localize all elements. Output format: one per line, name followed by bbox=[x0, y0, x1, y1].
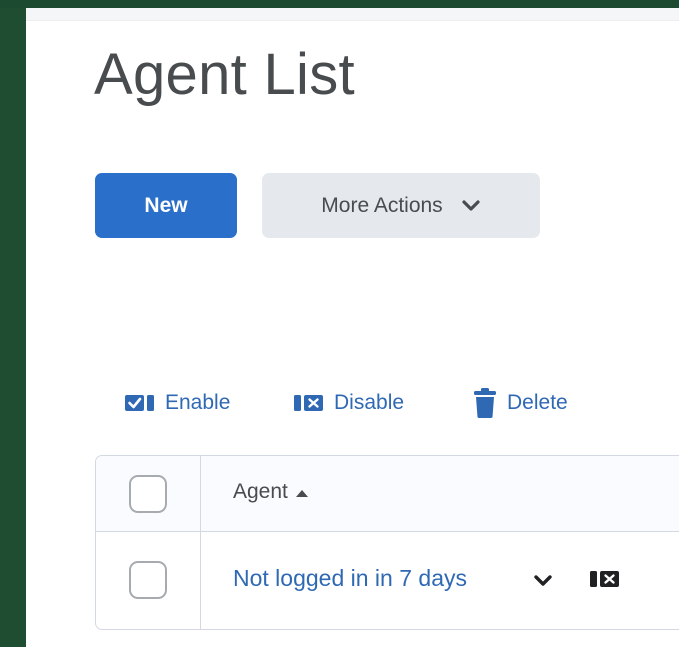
column-divider bbox=[200, 456, 201, 629]
select-all-checkbox[interactable] bbox=[129, 475, 167, 513]
agent-column-label: Agent bbox=[233, 480, 288, 503]
disable-icon[interactable] bbox=[590, 570, 620, 593]
enable-action[interactable]: Enable bbox=[125, 386, 230, 420]
enable-icon bbox=[125, 394, 155, 412]
chevron-down-icon bbox=[461, 199, 481, 213]
agent-table: Agent Not logged in in 7 days bbox=[95, 455, 679, 630]
sort-ascending-icon bbox=[294, 480, 310, 504]
disable-label: Disable bbox=[334, 391, 405, 414]
more-actions-label: More Actions bbox=[321, 193, 443, 217]
delete-label: Delete bbox=[507, 391, 568, 414]
trash-icon bbox=[473, 387, 497, 419]
agent-column-header[interactable]: Agent bbox=[233, 480, 310, 504]
new-button-label: New bbox=[144, 193, 188, 217]
page-title: Agent List bbox=[94, 42, 355, 107]
enable-label: Enable bbox=[165, 391, 231, 414]
table-header bbox=[96, 456, 679, 532]
row-checkbox[interactable] bbox=[129, 561, 167, 599]
window-frame-top bbox=[0, 0, 679, 8]
more-actions-button[interactable]: More Actions bbox=[262, 173, 540, 238]
delete-action[interactable]: Delete bbox=[473, 386, 568, 420]
agent-link[interactable]: Not logged in in 7 days bbox=[233, 565, 467, 592]
chevron-down-icon[interactable] bbox=[532, 572, 554, 593]
panel-top-strip bbox=[26, 8, 679, 21]
main-panel: Agent List New More Actions Enable Disab… bbox=[26, 8, 679, 647]
disable-icon bbox=[294, 394, 324, 412]
disable-action[interactable]: Disable bbox=[294, 386, 404, 420]
new-button[interactable]: New bbox=[95, 173, 237, 238]
